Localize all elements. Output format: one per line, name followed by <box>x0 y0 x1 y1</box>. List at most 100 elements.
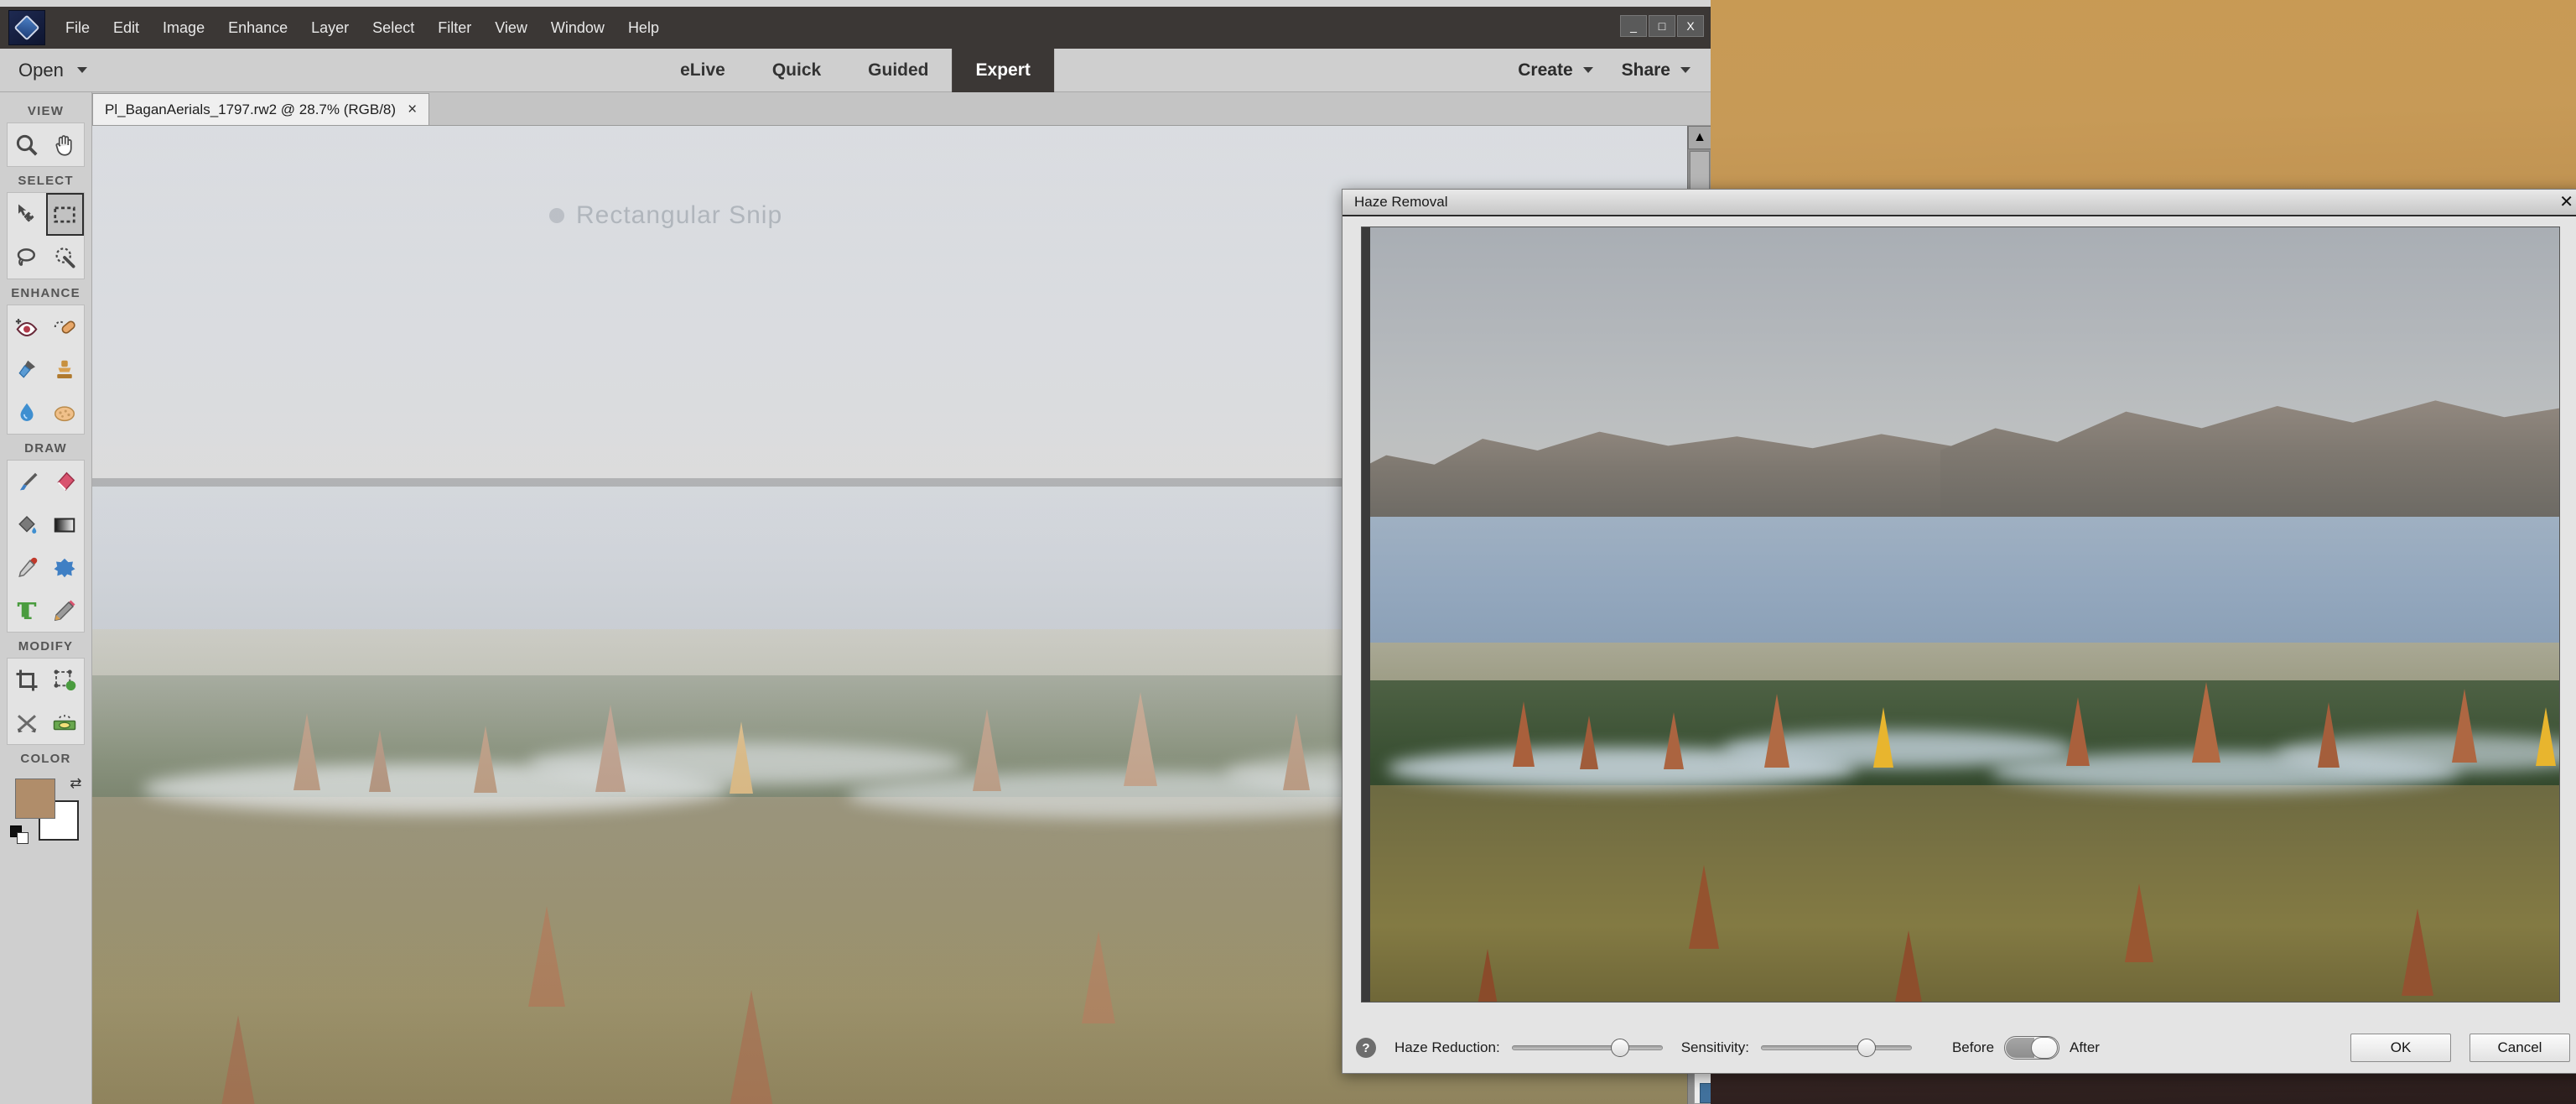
tool-section-select-label: SELECT <box>18 174 74 188</box>
open-button[interactable]: Open <box>18 60 87 81</box>
clone-stamp-tool[interactable] <box>46 348 85 391</box>
haze-reduction-thumb[interactable] <box>1611 1039 1630 1057</box>
open-label: Open <box>18 59 64 81</box>
caret-down-icon[interactable] <box>1680 67 1690 73</box>
menu-edit[interactable]: Edit <box>101 16 151 40</box>
close-document-icon[interactable]: × <box>408 101 417 119</box>
spot-healing-brush-tool[interactable] <box>46 305 85 348</box>
color-picker-tool[interactable] <box>8 546 46 589</box>
sponge-tool[interactable] <box>46 391 85 434</box>
tool-section-enhance-label: ENHANCE <box>11 286 80 300</box>
menu-help[interactable]: Help <box>616 16 671 40</box>
menu-select[interactable]: Select <box>361 16 426 40</box>
selected-layer-row[interactable] <box>1700 1083 1711 1103</box>
tool-group-select <box>7 192 85 279</box>
red-eye-removal-tool[interactable] <box>8 305 46 348</box>
haze-reduction-slider[interactable] <box>1511 1038 1663 1058</box>
cancel-button[interactable]: Cancel <box>2470 1034 2570 1062</box>
maximize-button[interactable]: □ <box>1649 15 1675 37</box>
sensitivity-thumb[interactable] <box>1857 1039 1876 1057</box>
menu-filter[interactable]: Filter <box>426 16 483 40</box>
scroll-up-icon[interactable]: ▲ <box>1688 126 1711 149</box>
pencil-tool[interactable] <box>46 589 85 632</box>
caret-down-icon[interactable] <box>76 67 87 73</box>
before-after-toggle[interactable] <box>2004 1036 2060 1060</box>
tab-expert[interactable]: Expert <box>952 48 1054 92</box>
brush-tool[interactable] <box>8 461 46 503</box>
tab-guided[interactable]: Guided <box>844 49 952 92</box>
document-tab-label: Pl_BaganAerials_1797.rw2 @ 28.7% (RGB/8) <box>105 101 397 117</box>
eraser-tool[interactable] <box>46 461 85 503</box>
dialog-close-icon[interactable]: ✕ <box>2559 194 2573 211</box>
hand-tool[interactable] <box>46 123 85 166</box>
menu-bar: File Edit Image Enhance Layer Select Fil… <box>0 7 1711 49</box>
toggle-knob[interactable] <box>2031 1037 2059 1059</box>
sensitivity-track <box>1760 1045 1912 1050</box>
lasso-tool[interactable] <box>8 236 46 279</box>
elements-gem-icon <box>8 10 45 45</box>
tab-quick[interactable]: Quick <box>749 49 844 92</box>
menu-window[interactable]: Window <box>539 16 616 40</box>
tools-panel: VIEW SELECT ENHANCE DRAW MODIFY COLOR ⇄ <box>0 92 92 1104</box>
default-colors-icon[interactable] <box>9 825 29 844</box>
mode-tabs: eLive Quick Guided Expert <box>657 48 1054 92</box>
document-tab-strip: Pl_BaganAerials_1797.rw2 @ 28.7% (RGB/8)… <box>92 92 1711 126</box>
share-label: Share <box>1621 60 1670 80</box>
menu-layer[interactable]: Layer <box>299 16 361 40</box>
create-button[interactable]: Create <box>1518 60 1593 81</box>
minimize-button[interactable]: _ <box>1620 15 1647 37</box>
color-swatches: ⇄ <box>9 775 82 847</box>
share-button[interactable]: Share <box>1622 60 1690 81</box>
quick-selection-tool[interactable] <box>46 236 85 279</box>
caret-down-icon[interactable] <box>1582 67 1593 73</box>
window-controls: _ □ X <box>1620 15 1704 37</box>
tool-section-modify-label: MODIFY <box>18 639 74 654</box>
blur-tool[interactable] <box>8 391 46 434</box>
swap-arrows-icon[interactable]: ⇄ <box>70 775 81 792</box>
recompose-tool[interactable] <box>46 659 85 701</box>
menu-enhance[interactable]: Enhance <box>216 16 299 40</box>
menu-file[interactable]: File <box>54 16 101 40</box>
tool-group-view <box>7 122 85 167</box>
haze-reduction-track <box>1511 1045 1663 1050</box>
ok-button[interactable]: OK <box>2350 1034 2451 1062</box>
right-actions: Create Share <box>1518 60 1690 81</box>
document-tab[interactable]: Pl_BaganAerials_1797.rw2 @ 28.7% (RGB/8)… <box>92 93 430 125</box>
content-aware-move-tool[interactable] <box>8 701 46 744</box>
paint-bucket-tool[interactable] <box>8 503 46 546</box>
straighten-tool[interactable] <box>46 701 85 744</box>
crop-tool[interactable] <box>8 659 46 701</box>
sensitivity-label: Sensitivity: <box>1680 1039 1749 1055</box>
custom-shape-tool[interactable] <box>46 546 85 589</box>
haze-reduction-label: Haze Reduction: <box>1394 1039 1500 1055</box>
sensitivity-slider[interactable] <box>1760 1038 1912 1058</box>
menu-view[interactable]: View <box>483 16 539 40</box>
smart-brush-tool[interactable] <box>8 348 46 391</box>
menu-image[interactable]: Image <box>151 16 216 40</box>
haze-removal-dialog: Haze Removal ✕ ? Haze Reduction: Sensiti… <box>1342 189 2576 1074</box>
tool-group-enhance <box>7 305 85 435</box>
type-tool[interactable] <box>8 589 46 632</box>
before-label: Before <box>1951 1039 1995 1055</box>
close-button[interactable]: X <box>1677 15 1704 37</box>
foreground-color-swatch[interactable] <box>14 779 55 819</box>
tool-section-view-label: VIEW <box>27 104 65 118</box>
options-bar: Open eLive Quick Guided Expert Create Sh… <box>0 48 1711 92</box>
haze-preview-panel[interactable] <box>1361 227 2560 1002</box>
sensitivity-control: Sensitivity: <box>1681 1038 1912 1058</box>
haze-reduction-control: Haze Reduction: <box>1394 1038 1663 1058</box>
gradient-tool[interactable] <box>46 503 85 546</box>
tool-group-modify <box>7 658 85 745</box>
dialog-title-bar[interactable]: Haze Removal ✕ <box>1343 190 2576 216</box>
zoom-tool[interactable] <box>8 123 46 166</box>
toggle-fill <box>2006 1038 2035 1058</box>
move-tool[interactable] <box>8 193 46 236</box>
dialog-controls: ? Haze Reduction: Sensitivity: Before Af… <box>1343 1023 2576 1073</box>
help-icon[interactable]: ? <box>1356 1038 1376 1058</box>
tab-elive[interactable]: eLive <box>657 49 749 92</box>
after-label: After <box>2070 1039 2100 1055</box>
preview-image-after <box>1370 227 2559 1002</box>
bagan-aerial-photo-after <box>1370 227 2559 1002</box>
rectangular-marquee-tool[interactable] <box>45 193 84 236</box>
before-after-control: Before After <box>1952 1036 2100 1060</box>
